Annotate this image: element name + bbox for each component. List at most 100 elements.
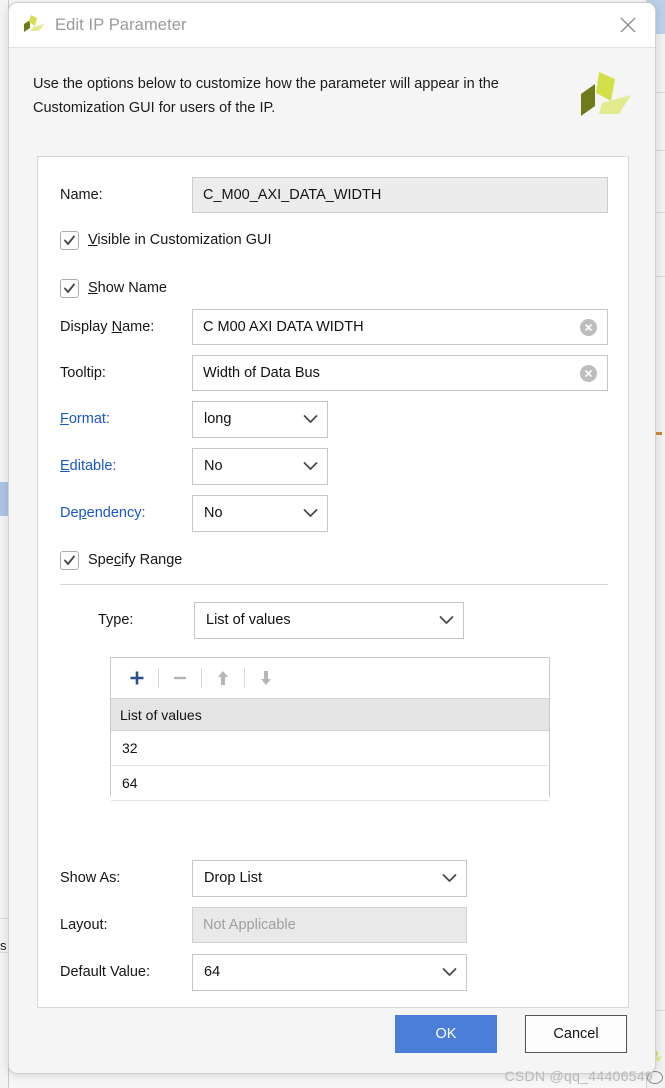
specify-range-label-pre: Spe <box>88 552 114 568</box>
cancel-button[interactable]: Cancel <box>525 1015 627 1053</box>
watermark: CSDN @qq_44406549 <box>504 1068 653 1084</box>
field-default-value-row: Default Value: 64 <box>60 953 608 991</box>
field-show-as-row: Show As: Drop List <box>60 859 608 897</box>
layout-input: Not Applicable <box>192 907 467 943</box>
tooltip-input[interactable]: Width of Data Bus <box>192 355 608 391</box>
chevron-down-icon <box>439 615 454 625</box>
value-list-column-header: List of values <box>111 699 549 731</box>
layout-value: Not Applicable <box>203 917 456 933</box>
chevron-down-icon <box>442 873 457 883</box>
vivado-logo-large-icon <box>579 70 633 122</box>
show-name-checkbox[interactable] <box>60 279 79 298</box>
name-label: Name: <box>60 187 192 203</box>
table-row[interactable]: 64 <box>111 766 549 801</box>
chevron-down-icon <box>303 414 318 424</box>
clear-icon[interactable] <box>580 319 597 336</box>
background-right-marker <box>656 432 662 435</box>
name-input[interactable]: C_M00_AXI_DATA_WIDTH <box>192 177 608 213</box>
show-name-label: Show Name <box>88 280 167 296</box>
close-icon[interactable] <box>615 12 641 38</box>
display-name-mnemonic: N <box>112 319 122 335</box>
name-value: C_M00_AXI_DATA_WIDTH <box>203 187 597 203</box>
specify-range-label: Specify Range <box>88 552 182 568</box>
show-name-label-rest: how Name <box>98 280 167 296</box>
display-name-label: Display Name: <box>60 319 192 335</box>
format-mnemonic: F <box>60 411 69 427</box>
dialog-title: Edit IP Parameter <box>55 16 187 35</box>
type-value: List of values <box>206 612 431 628</box>
dependency-mnemonic: p <box>79 505 87 521</box>
specify-range-mnemonic: c <box>114 552 121 568</box>
field-type-row: Type: List of values <box>98 601 598 639</box>
background-selected-row <box>0 482 8 516</box>
visible-label-rest: isible in Customization GUI <box>97 232 271 248</box>
editable-select[interactable]: No <box>192 448 328 485</box>
default-value-value: 64 <box>204 964 434 980</box>
specify-range-checkbox-row[interactable]: Specify Range <box>60 549 182 571</box>
type-label: Type: <box>98 612 194 628</box>
editable-label-rest: ditable: <box>70 458 117 474</box>
dialog-intro: Use the options below to customize how t… <box>9 48 655 134</box>
show-as-select[interactable]: Drop List <box>192 860 467 897</box>
check-icon <box>63 234 76 247</box>
display-name-input[interactable]: C M00 AXI DATA WIDTH <box>192 309 608 345</box>
dialog-footer: OK Cancel <box>9 1007 655 1073</box>
background-divider <box>0 918 8 919</box>
screen: s Edit IP Parameter <box>0 0 665 1088</box>
toolbar-separator <box>201 668 202 688</box>
toolbar-separator <box>158 668 159 688</box>
display-name-value: C M00 AXI DATA WIDTH <box>203 319 574 335</box>
chevron-down-icon <box>303 508 318 518</box>
vivado-logo-icon <box>23 15 45 35</box>
field-name-row: Name: C_M00_AXI_DATA_WIDTH <box>60 177 608 213</box>
value-list-toolbar <box>111 658 549 699</box>
toolbar-separator <box>244 668 245 688</box>
show-name-mnemonic: S <box>88 280 98 296</box>
table-row[interactable]: 32 <box>111 731 549 766</box>
field-display-name-row: Display Name: C M00 AXI DATA WIDTH <box>60 309 608 345</box>
plus-icon[interactable] <box>121 664 153 692</box>
specify-range-checkbox[interactable] <box>60 551 79 570</box>
dependency-label[interactable]: Dependency: <box>60 505 192 521</box>
show-name-checkbox-row[interactable]: Show Name <box>60 277 167 299</box>
intro-text: Use the options below to customize how t… <box>33 72 578 120</box>
show-as-label: Show As: <box>60 870 192 886</box>
visible-in-gui-checkbox-row[interactable]: Visible in Customization GUI <box>60 229 272 251</box>
visible-in-gui-checkbox[interactable] <box>60 231 79 250</box>
dependency-label-post: endency: <box>87 505 146 521</box>
format-select[interactable]: long <box>192 401 328 438</box>
edit-ip-parameter-dialog: Edit IP Parameter Use the options below … <box>8 2 656 1074</box>
show-as-value: Drop List <box>204 870 434 886</box>
check-icon <box>63 282 76 295</box>
display-name-label-pre: Display <box>60 319 112 335</box>
value-list-box: List of values 32 64 <box>110 657 550 797</box>
value-list-empty-area[interactable] <box>111 801 549 815</box>
field-format-row: Format: long <box>60 400 608 438</box>
visible-mnemonic: V <box>88 232 97 248</box>
visible-in-gui-label: Visible in Customization GUI <box>88 232 272 248</box>
dependency-label-pre: De <box>60 505 79 521</box>
chevron-down-icon <box>303 461 318 471</box>
editable-value: No <box>204 458 295 474</box>
dependency-value: No <box>204 505 295 521</box>
field-tooltip-row: Tooltip: Width of Data Bus <box>60 355 608 391</box>
dependency-select[interactable]: No <box>192 495 328 532</box>
minus-icon[interactable] <box>164 664 196 692</box>
specify-range-label-post: ify Range <box>121 552 182 568</box>
tooltip-value: Width of Data Bus <box>203 365 574 381</box>
format-label[interactable]: Format: <box>60 411 192 427</box>
type-select[interactable]: List of values <box>194 602 464 639</box>
field-dependency-row: Dependency: No <box>60 494 608 532</box>
ok-button[interactable]: OK <box>395 1015 497 1053</box>
default-value-label: Default Value: <box>60 964 192 980</box>
default-value-select[interactable]: 64 <box>192 954 467 991</box>
section-divider <box>60 584 608 585</box>
arrow-down-icon[interactable] <box>250 664 282 692</box>
arrow-up-icon[interactable] <box>207 664 239 692</box>
editable-label[interactable]: Editable: <box>60 458 192 474</box>
clear-icon[interactable] <box>580 365 597 382</box>
check-icon <box>63 554 76 567</box>
format-label-rest: ormat: <box>69 411 110 427</box>
tooltip-label: Tooltip: <box>60 365 192 381</box>
parameter-form-panel: Name: C_M00_AXI_DATA_WIDTH Visible in Cu… <box>37 156 629 1008</box>
